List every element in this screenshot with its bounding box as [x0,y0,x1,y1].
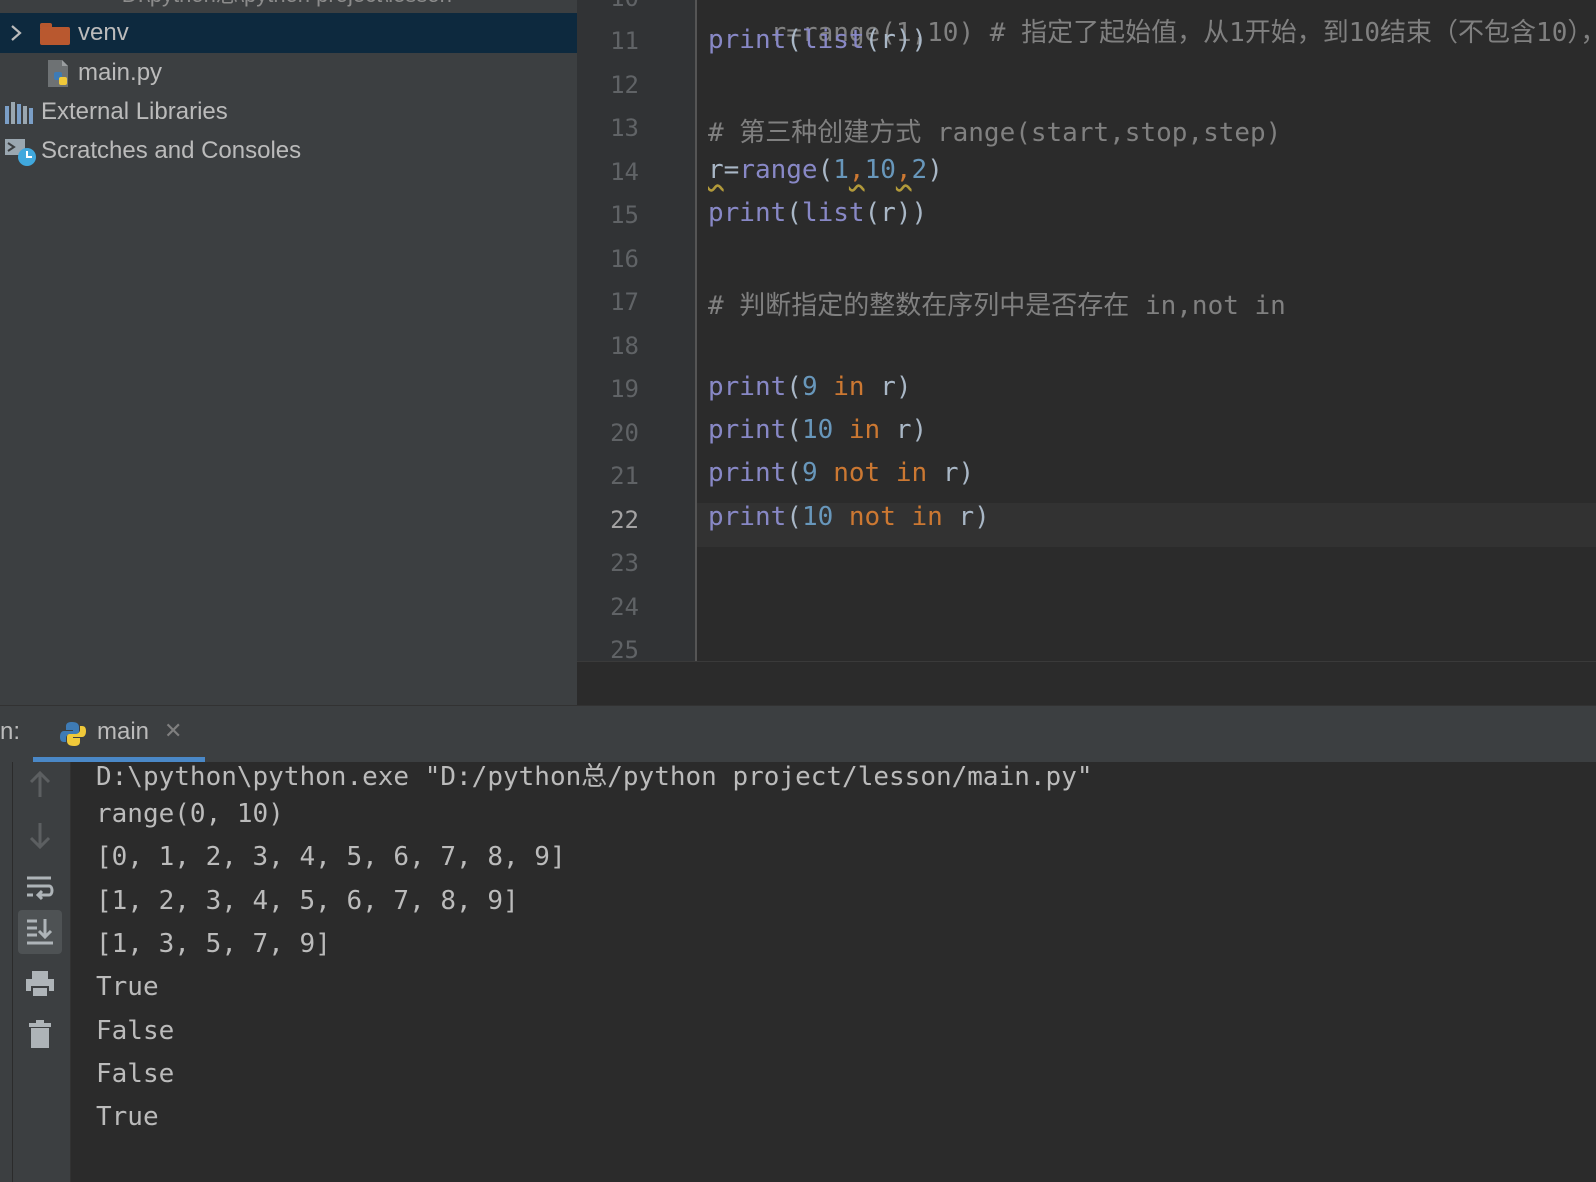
scratches-icon [5,139,36,166]
run-toolbar [0,762,71,1182]
up-arrow-icon [29,770,51,797]
line-number: 13 [610,114,639,142]
run-tab-label: main [97,718,150,745]
toolbar-edge [0,762,13,1182]
down-arrow-button[interactable] [18,814,62,858]
scroll-to-end-button[interactable] [18,910,62,954]
console-line: range(0, 10) [96,799,284,829]
console-line: [1, 3, 5, 7, 9] [96,929,331,959]
code-editor[interactable]: 10 11 12 13 14 15 16 17 18 19 20 21 22 2… [577,0,1596,661]
code-line-15[interactable]: print(list(r)) [708,198,927,228]
console-line: True [96,972,159,1002]
tree-item-label: venv [78,19,129,46]
tree-item-venv[interactable]: venv [0,13,577,53]
code-line-20[interactable]: print(10 in r) [708,415,927,445]
console-line: True [96,1102,159,1132]
code-line-22[interactable]: print(10 not in r) [708,502,990,532]
line-number-current: 22 [610,506,639,534]
line-number: 24 [610,593,639,621]
code-line-17[interactable]: # 判断指定的整数在序列中是否存在 in,not in [708,285,1286,322]
code-line-13[interactable]: # 第三种创建方式 range(start,stop,step) [708,112,1281,149]
line-number: 17 [610,288,639,316]
soft-wrap-icon [27,876,54,901]
line-number: 15 [610,201,639,229]
tree-item-external-libraries[interactable]: External Libraries [0,92,577,132]
up-arrow-button[interactable] [18,762,62,806]
console-line: False [96,1059,175,1089]
folder-icon [40,23,70,45]
tree-item-main-py[interactable]: main.py [0,53,577,93]
print-icon [26,971,54,998]
project-root-row[interactable]: lesson D:\python总\python project\lesson [0,0,452,8]
tree-item-label: External Libraries [41,98,228,125]
gutter-divider [695,0,697,661]
line-number: 12 [610,71,639,99]
code-line-21[interactable]: print(9 not in r) [708,458,974,488]
run-tab-main[interactable]: main ✕ [33,706,205,762]
line-number: 20 [610,419,639,447]
console-line: [0, 1, 2, 3, 4, 5, 6, 7, 8, 9] [96,842,566,872]
code-line-11[interactable]: print(list(r)) [708,25,927,55]
line-number: 18 [610,332,639,360]
run-tool-window-header: n: main ✕ [0,705,1596,763]
project-tool-window: lesson D:\python总\python project\lesson … [0,0,577,705]
python-file-icon [48,60,68,87]
clear-button[interactable] [18,1012,62,1056]
down-arrow-icon [29,823,51,850]
project-root-path: D:\python总\python project\lesson [122,0,452,9]
project-root-name: lesson [40,0,110,6]
line-number: 14 [610,158,639,186]
console-line: False [96,1016,175,1046]
code-line-14[interactable]: r=range(1,10,2) [708,155,943,185]
line-number: 10 [587,0,639,12]
library-icon [5,102,33,124]
line-number: 25 [610,636,639,661]
editor-bottom-strip [577,661,1596,706]
trash-icon [29,1020,51,1048]
tree-item-label: main.py [78,59,163,86]
tree-item-label: Scratches and Consoles [41,137,302,164]
line-number: 23 [610,549,639,577]
line-number: 19 [610,375,639,403]
soft-wrap-button[interactable] [18,866,62,910]
scroll-to-end-icon [27,919,53,945]
console-line: [1, 2, 3, 4, 5, 6, 7, 8, 9] [96,886,519,916]
close-icon[interactable]: ✕ [164,718,182,744]
console-output[interactable]: D:\python\python.exe "D:/python总/python … [71,762,1596,1182]
line-number: 16 [610,245,639,273]
line-number: 11 [610,27,639,55]
python-icon [60,722,86,746]
console-line: D:\python\python.exe "D:/python总/python … [96,762,1093,792]
chevron-right-icon[interactable] [6,23,26,43]
code-line-19[interactable]: print(9 in r) [708,372,912,402]
print-button[interactable] [18,962,62,1006]
run-label: n: [0,718,21,745]
line-number: 21 [610,462,639,490]
tree-item-scratches[interactable]: Scratches and Consoles [0,131,577,171]
